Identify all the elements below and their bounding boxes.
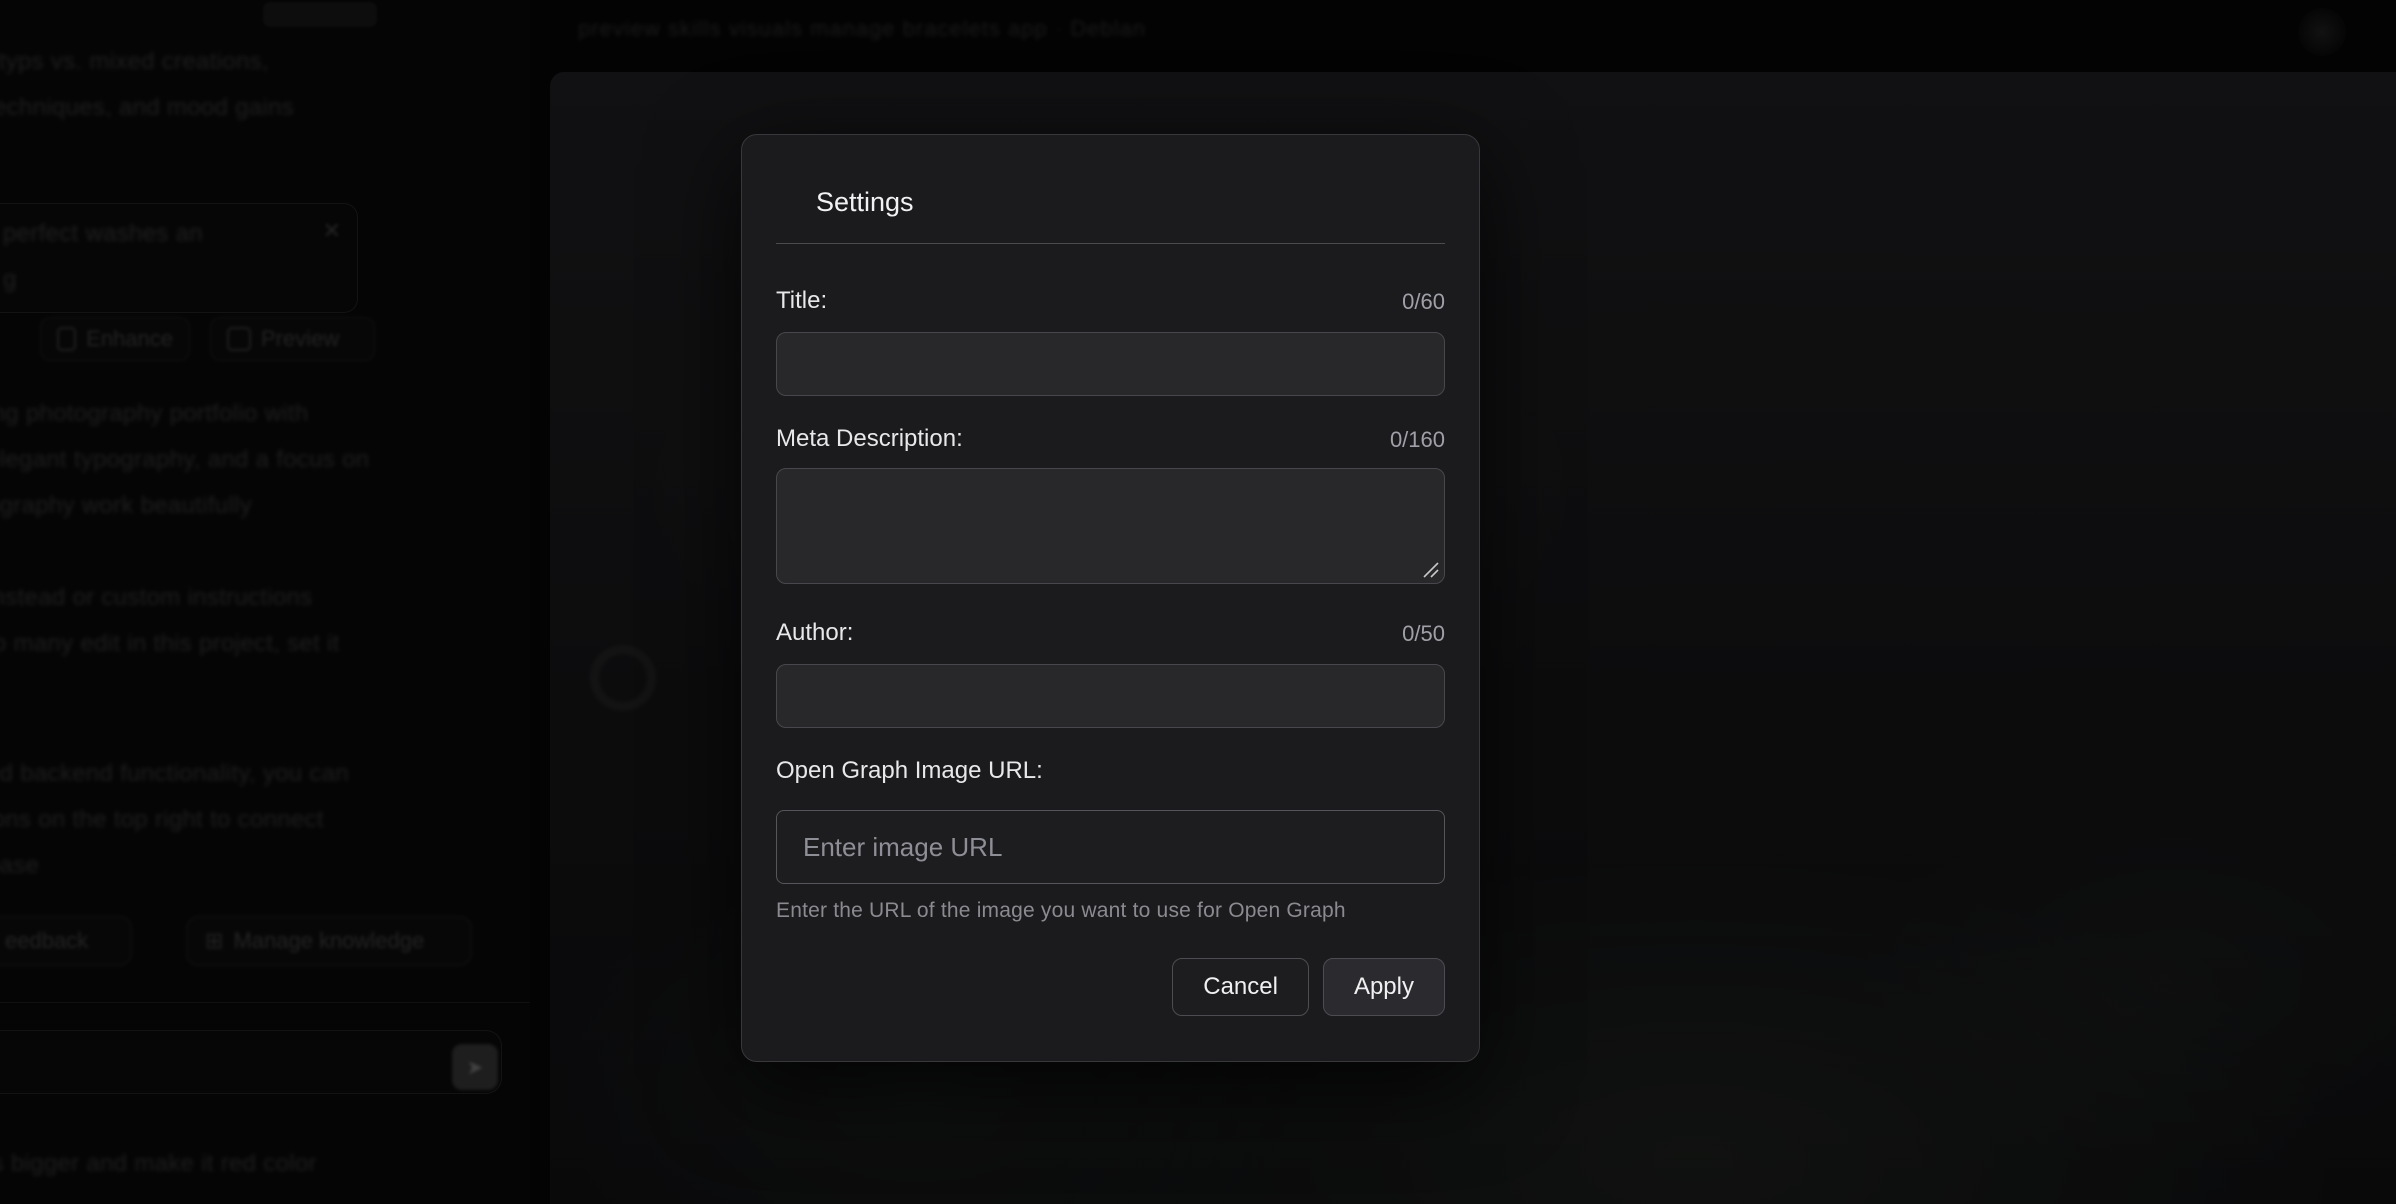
meta-description-label: Meta Description: <box>776 424 963 454</box>
author-field[interactable] <box>776 664 1445 728</box>
modal-divider <box>776 243 1445 244</box>
title-field[interactable] <box>776 332 1445 396</box>
og-image-helper-text: Enter the URL of the image you want to u… <box>776 898 1445 924</box>
og-image-url-field[interactable] <box>776 810 1445 884</box>
og-image-url-label: Open Graph Image URL: <box>776 756 1043 786</box>
meta-description-counter: 0/160 <box>1390 426 1445 454</box>
app-root: l typs vs. mixed creations, techniques, … <box>0 0 2396 1204</box>
modal-title: Settings <box>776 187 1445 217</box>
settings-modal: Settings Title: 0/60 Meta Description: 0… <box>741 134 1480 1062</box>
title-counter: 0/60 <box>1402 288 1445 316</box>
apply-button[interactable]: Apply <box>1323 958 1445 1016</box>
title-label: Title: <box>776 286 827 316</box>
resize-handle-icon[interactable] <box>1420 559 1440 579</box>
cancel-button[interactable]: Cancel <box>1172 958 1309 1016</box>
author-label: Author: <box>776 618 853 648</box>
meta-description-field[interactable] <box>776 468 1445 584</box>
author-counter: 0/50 <box>1402 620 1445 648</box>
